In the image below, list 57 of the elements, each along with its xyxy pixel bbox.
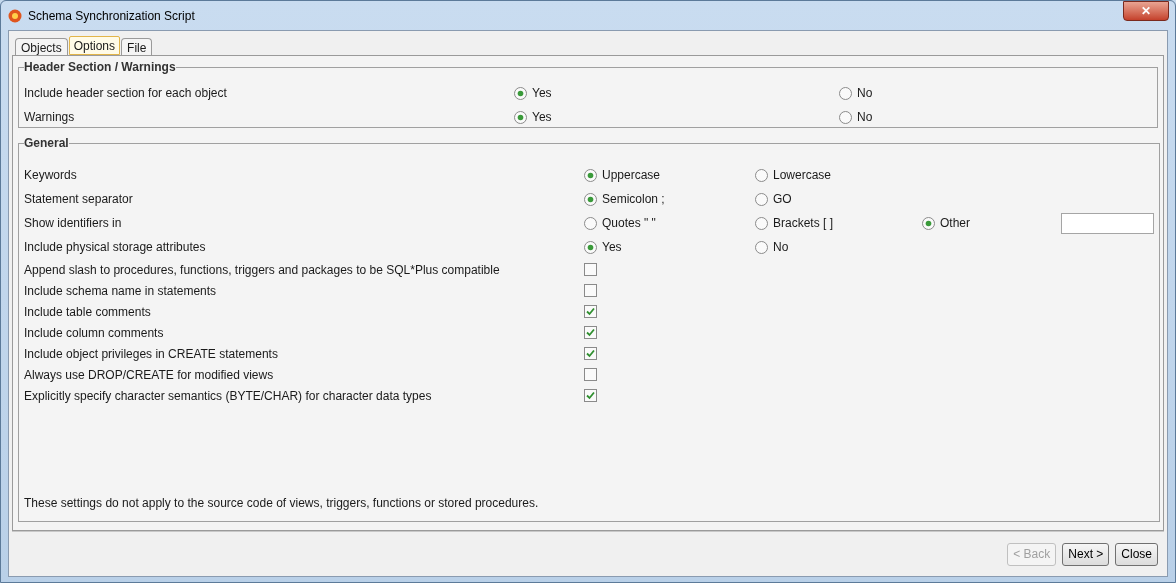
checkbox[interactable] (584, 305, 597, 318)
radio-label: Lowercase (773, 167, 832, 184)
group-title: General (24, 135, 69, 152)
radio-button[interactable] (584, 192, 597, 206)
option-label: Append slash to procedures, functions, triggers and packages to be SQL*Plus compatible (24, 261, 501, 279)
option-label: Include table comments (24, 303, 152, 321)
checkbox[interactable] (584, 284, 597, 297)
option-label: Include object privileges in CREATE statements (24, 345, 279, 363)
radio-label: GO (773, 191, 792, 208)
radio-label: No (773, 239, 789, 256)
radio-label: Quotes " " (602, 215, 656, 232)
group-title: Header Section / Warnings (24, 59, 176, 76)
radio-label: Uppercase (602, 167, 661, 184)
radio-button[interactable] (584, 240, 597, 254)
tab[interactable]: Objects (15, 38, 68, 55)
radio-label: No (857, 109, 873, 126)
tab[interactable]: Options (68, 36, 121, 55)
option-label: Keywords (24, 167, 78, 184)
radio-button[interactable] (514, 86, 527, 100)
radio-button[interactable] (839, 110, 852, 124)
radio-label: Yes (532, 109, 552, 126)
radio-button[interactable] (584, 168, 597, 182)
checkbox[interactable] (584, 389, 597, 402)
checkbox[interactable] (584, 263, 597, 276)
option-label: Include schema name in statements (24, 282, 218, 300)
note-text: These settings do not apply to the source code of views, triggers, functions or stored procedures. (24, 495, 540, 512)
radio-button[interactable] (514, 110, 527, 124)
radio-label: Brackets [ ] (773, 215, 834, 232)
option-label: Explicitly specify character semantics (BYTE/CHAR) for character data types (24, 387, 433, 405)
radio-label: Other (940, 215, 970, 232)
radio-label: Yes (602, 239, 622, 256)
radio-label: Yes (532, 85, 552, 102)
radio-label: Semicolon ; (602, 191, 665, 208)
radio-label: No (857, 85, 873, 102)
radio-button[interactable] (755, 240, 768, 254)
option-label: Include header section for each object (24, 85, 228, 102)
radio-button[interactable] (755, 192, 768, 206)
option-label: Warnings (24, 109, 76, 126)
option-label: Statement separator (24, 191, 134, 208)
tab[interactable]: File (121, 38, 153, 55)
dialog-button[interactable]: Close (1115, 542, 1158, 566)
window-title: Schema Synchronization Script (28, 7, 195, 25)
input-field[interactable] (1061, 212, 1154, 234)
option-label: Show identifiers in (24, 215, 123, 232)
option-label: Include physical storage attributes (24, 239, 207, 256)
radio-button[interactable] (584, 216, 597, 230)
app-icon (8, 8, 22, 23)
checkbox[interactable] (584, 347, 597, 360)
radio-button[interactable] (755, 168, 768, 182)
option-label: Always use DROP/CREATE for modified views (24, 366, 275, 384)
checkbox[interactable] (584, 368, 597, 381)
checkbox[interactable] (584, 326, 597, 339)
radio-button[interactable] (755, 216, 768, 230)
option-label: Include column comments (24, 324, 165, 342)
radio-button[interactable] (839, 86, 852, 100)
dialog-button[interactable]: Next > (1062, 542, 1110, 566)
radio-button[interactable] (922, 216, 935, 230)
